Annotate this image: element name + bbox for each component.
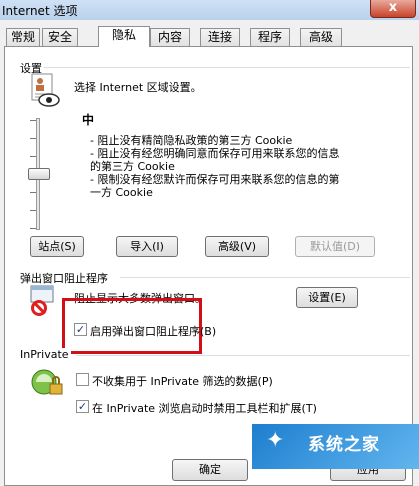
tab-programs[interactable]: 程序	[250, 28, 290, 46]
privacy-eye-icon	[30, 73, 60, 107]
zone-prompt: 选择 Internet 区域设置。	[74, 81, 202, 94]
privacy-desc-3b: 一方 Cookie	[90, 186, 153, 199]
slider-thumb[interactable]	[28, 168, 50, 180]
ok-button[interactable]: 确定	[172, 459, 248, 481]
inprivate-group-label: InPrivate	[18, 348, 71, 361]
watermark: ✦ 系统之家	[252, 424, 419, 469]
inprivate-divider	[76, 355, 410, 356]
tab-content[interactable]: 内容	[150, 28, 190, 46]
tab-strip: 常规 安全 隐私 内容 连接 程序 高级	[4, 26, 416, 47]
popup-divider	[120, 277, 410, 278]
privacy-level: 中	[82, 113, 95, 127]
tab-advanced[interactable]: 高级	[300, 28, 342, 46]
privacy-panel	[4, 46, 413, 486]
watermark-text: 系统之家	[308, 435, 380, 455]
popup-settings-button[interactable]: 设置(E)	[296, 287, 358, 308]
tab-connections[interactable]: 连接	[200, 28, 240, 46]
inprivate-filter-checkbox[interactable]	[76, 373, 89, 386]
inprivate-disable-toolbars-checkbox[interactable]: ✓	[76, 400, 89, 413]
window-title: Internet 选项	[2, 4, 78, 18]
inprivate-disable-toolbars-label[interactable]: 在 InPrivate 浏览启动时禁用工具栏和扩展(T)	[92, 400, 317, 416]
inprivate-filter-label[interactable]: 不收集用于 InPrivate 筛选的数据(P)	[92, 373, 273, 389]
default-button[interactable]: 默认值(D)	[295, 236, 375, 257]
settings-divider	[40, 67, 410, 68]
slider-tick	[30, 192, 36, 193]
import-button[interactable]: 导入(I)	[116, 236, 178, 257]
blocked-icon	[31, 300, 47, 316]
title-bar: Internet 选项 x	[0, 0, 419, 20]
enable-popup-blocker-checkbox[interactable]: ✓	[74, 323, 87, 336]
enable-popup-blocker-label[interactable]: 启用弹出窗口阻止程序(B)	[90, 323, 216, 339]
watermark-logo-icon: ✦	[266, 428, 285, 453]
inprivate-icon	[30, 368, 66, 398]
popup-group-label: 弹出窗口阻止程序	[18, 270, 110, 286]
tab-security[interactable]: 安全	[42, 28, 78, 46]
slider-tick	[30, 120, 36, 121]
advanced-button[interactable]: 高级(V)	[205, 236, 269, 257]
slider-tick	[30, 228, 36, 229]
tab-general[interactable]: 常规	[6, 28, 40, 46]
close-button[interactable]: x	[370, 0, 416, 18]
slider-tick	[30, 210, 36, 211]
slider-tick	[30, 156, 36, 157]
slider-tick	[30, 138, 36, 139]
tab-privacy[interactable]: 隐私	[98, 26, 150, 47]
sites-button[interactable]: 站点(S)	[30, 236, 84, 257]
